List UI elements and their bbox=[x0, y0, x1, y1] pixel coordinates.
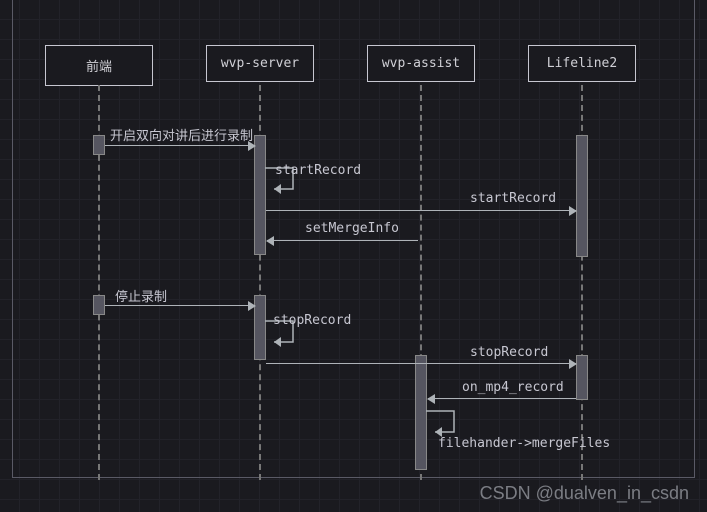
activation-frontend-2 bbox=[93, 295, 105, 315]
label-stoprecord: stopRecord bbox=[470, 345, 548, 360]
participant-wvp-assist: wvp-assist bbox=[367, 45, 475, 82]
arrow-setmergeinfo bbox=[267, 240, 418, 241]
participant-label: Lifeline2 bbox=[547, 56, 617, 71]
participant-lifeline2: Lifeline2 bbox=[528, 45, 636, 82]
label-open-record: 开启双向对讲后进行录制 bbox=[110, 125, 253, 144]
participant-wvp-server: wvp-server bbox=[206, 45, 314, 82]
participant-frontend: 前端 bbox=[45, 45, 153, 86]
activation-lifeline2-1 bbox=[576, 135, 588, 257]
label-setmergeinfo: setMergeInfo bbox=[305, 221, 399, 236]
arrow-stop-record bbox=[105, 305, 255, 306]
participant-label: wvp-assist bbox=[382, 56, 460, 71]
watermark: CSDN @dualven_in_csdn bbox=[480, 483, 689, 504]
label-startrecord-self: startRecord bbox=[275, 163, 361, 178]
label-on-mp4-record: on_mp4_record bbox=[462, 380, 564, 395]
arrow-startrecord bbox=[266, 210, 576, 211]
label-startrecord: startRecord bbox=[470, 191, 556, 206]
arrow-open-record bbox=[105, 145, 255, 146]
arrow-on-mp4-record bbox=[428, 398, 576, 399]
participant-label: 前端 bbox=[86, 60, 112, 75]
label-stop-record: 停止录制 bbox=[115, 286, 167, 305]
arrow-stoprecord bbox=[266, 363, 576, 364]
activation-frontend-1 bbox=[93, 135, 105, 155]
participant-label: wvp-server bbox=[221, 56, 299, 71]
label-stoprecord-self: stopRecord bbox=[273, 313, 351, 328]
label-mergefiles: filehander->mergeFiles bbox=[438, 436, 610, 451]
activation-lifeline2-2 bbox=[576, 355, 588, 400]
